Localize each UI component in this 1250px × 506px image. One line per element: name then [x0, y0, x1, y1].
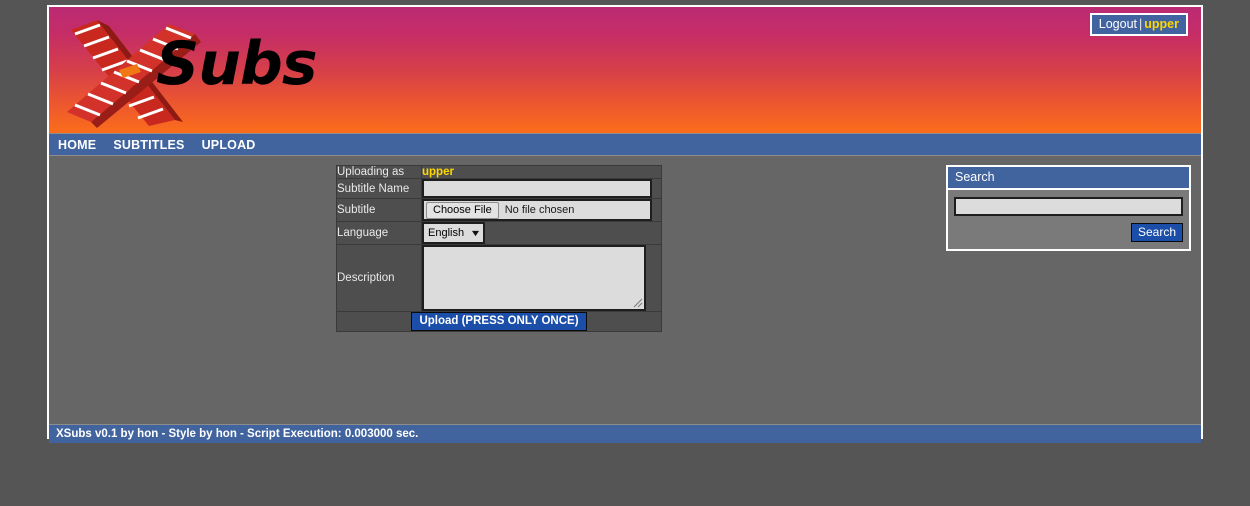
logo-wordmark: Subs — [156, 29, 318, 99]
submit-cell: Upload (PRESS ONLY ONCE) — [337, 312, 661, 331]
table-row-uploading-as: Uploading as upper — [337, 166, 661, 178]
subtitle-name-input[interactable] — [422, 179, 652, 198]
subtitle-file-label: Subtitle — [337, 199, 421, 221]
uploading-as-label: Uploading as — [337, 166, 421, 178]
nav-item-subtitles[interactable]: SUBTITLES — [113, 138, 184, 152]
username-label[interactable]: upper — [1144, 17, 1179, 31]
main-navigation: HOME SUBTITLES UPLOAD — [49, 133, 1201, 156]
subtitle-file-field-cell: Choose File No file chosen — [422, 199, 661, 221]
subtitle-name-label: Subtitle Name — [337, 179, 421, 198]
page-footer: XSubs v0.1 by hon - Style by hon - Scrip… — [49, 424, 1201, 443]
uploading-as-value-cell: upper — [422, 166, 661, 178]
page-container: Subs Logout | upper HOME SUBTITLES UPLOAD … — [47, 5, 1203, 443]
chevron-down-icon: ▼ — [469, 228, 482, 238]
upload-form-table: Uploading as upper Subtitle Name Subtitl… — [336, 165, 662, 332]
table-row-submit: Upload (PRESS ONLY ONCE) — [337, 312, 661, 331]
logout-link[interactable]: Logout — [1099, 17, 1137, 31]
language-selected-value: English — [428, 227, 465, 239]
search-panel-body: Search — [948, 190, 1189, 249]
subtitle-name-field-cell — [422, 179, 661, 198]
table-row-subtitle-name: Subtitle Name — [337, 179, 661, 198]
table-row-description: Description — [337, 245, 661, 311]
resize-grip-icon[interactable] — [631, 296, 643, 308]
file-status-text: No file chosen — [504, 204, 575, 216]
language-field-cell: English ▼ — [422, 222, 661, 244]
search-button-row: Search — [954, 223, 1183, 242]
description-field-cell — [422, 245, 661, 311]
search-panel-title: Search — [948, 167, 1189, 190]
language-label: Language — [337, 222, 421, 244]
choose-file-button[interactable]: Choose File — [426, 201, 499, 219]
nav-item-upload[interactable]: UPLOAD — [202, 138, 256, 152]
table-row-subtitle-file: Subtitle Choose File No file chosen — [337, 199, 661, 221]
content-area: Uploading as upper Subtitle Name Subtitl… — [49, 156, 1201, 424]
user-session-box: Logout | upper — [1089, 13, 1188, 36]
site-banner: Subs Logout | upper — [49, 7, 1201, 133]
description-label: Description — [337, 245, 421, 311]
description-textarea[interactable] — [422, 245, 646, 311]
upload-button[interactable]: Upload (PRESS ONLY ONCE) — [411, 312, 587, 331]
site-logo[interactable]: Subs — [53, 12, 353, 128]
search-input[interactable] — [954, 197, 1183, 216]
uploading-as-username: upper — [422, 166, 454, 178]
search-panel: Search Search — [946, 165, 1191, 251]
search-button[interactable]: Search — [1130, 223, 1183, 242]
subtitle-file-input[interactable]: Choose File No file chosen — [422, 199, 652, 221]
nav-item-home[interactable]: HOME — [58, 138, 96, 152]
language-select[interactable]: English ▼ — [422, 222, 485, 244]
table-row-language: Language English ▼ — [337, 222, 661, 244]
